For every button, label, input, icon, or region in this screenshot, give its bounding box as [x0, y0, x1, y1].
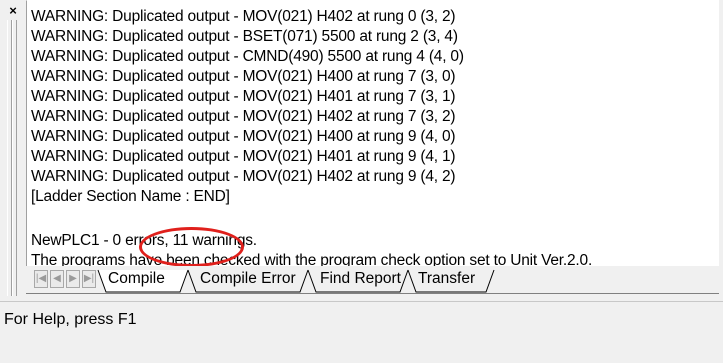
nav-next-icon[interactable]: ▶	[66, 270, 80, 288]
tab-compile-error[interactable]: Compile Error	[200, 268, 296, 292]
output-line: WARNING: Duplicated output - MOV(021) H4…	[31, 68, 456, 85]
tab-transfer[interactable]: Transfer	[418, 268, 475, 292]
output-line: WARNING: Duplicated output - BSET(071) 5…	[31, 28, 458, 45]
close-icon[interactable]: ×	[6, 4, 20, 18]
tab-find-report[interactable]: Find Report	[320, 268, 401, 292]
output-line: WARNING: Duplicated output - MOV(021) H4…	[31, 88, 456, 105]
compile-summary-line: NewPLC1 - 0 errors, 11 warnings.	[31, 232, 257, 249]
output-tab-bar: |◀ ◀ ▶ ▶| Compile Compile Error Find Rep…	[26, 266, 719, 294]
output-line: WARNING: Duplicated output - MOV(021) H4…	[31, 128, 456, 145]
output-dock-grip[interactable]: ×	[0, 0, 26, 300]
output-line: WARNING: Duplicated output - MOV(021) H4…	[31, 8, 456, 25]
output-line: WARNING: Duplicated output - MOV(021) H4…	[31, 108, 456, 125]
status-text: For Help, press F1	[4, 311, 137, 328]
output-line: [Ladder Section Name : END]	[31, 188, 230, 205]
output-line: WARNING: Duplicated output - CMND(490) 5…	[31, 48, 464, 65]
output-window[interactable]: WARNING: Duplicated output - MOV(021) H4…	[26, 0, 719, 274]
output-line: WARNING: Duplicated output - MOV(021) H4…	[31, 148, 456, 165]
status-bar: For Help, press F1	[0, 301, 723, 363]
nav-last-icon[interactable]: ▶|	[82, 270, 96, 288]
nav-prev-icon[interactable]: ◀	[50, 270, 64, 288]
grip-bar[interactable]	[12, 20, 17, 296]
tab-compile[interactable]: Compile	[108, 268, 165, 292]
output-line: WARNING: Duplicated output - MOV(021) H4…	[31, 168, 456, 185]
nav-first-icon[interactable]: |◀	[34, 270, 48, 288]
